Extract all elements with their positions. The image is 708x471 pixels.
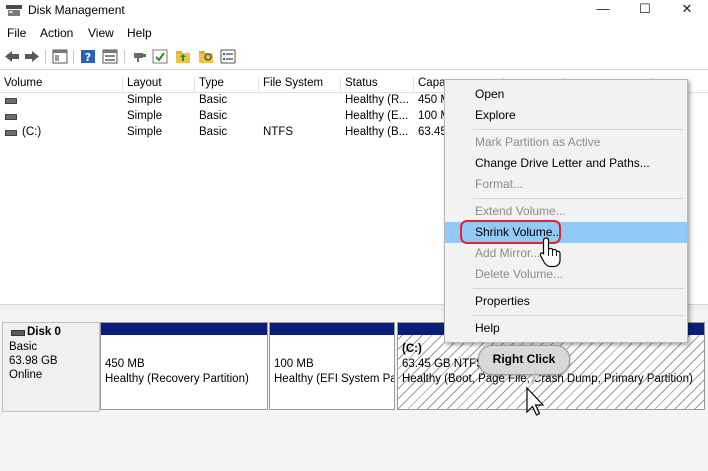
cell-capacity: 63.45: [418, 126, 447, 138]
menu-item-format: Format...: [475, 177, 524, 191]
menu-separator: [473, 315, 683, 316]
menu-item-properties[interactable]: Properties: [445, 291, 687, 312]
open-folder-icon[interactable]: [198, 49, 214, 64]
cell-status: Healthy (B...: [345, 126, 409, 138]
drive-icon: [5, 98, 17, 104]
toolbar-separator: [124, 50, 125, 64]
forward-arrow-icon[interactable]: [24, 49, 40, 64]
menu-separator: [473, 288, 683, 289]
back-arrow-icon[interactable]: [4, 49, 20, 64]
toolbar-separator: [73, 50, 74, 64]
menu-item-help[interactable]: Help: [445, 318, 687, 339]
partition-bar: [101, 323, 267, 335]
show-pane-icon[interactable]: [102, 49, 118, 64]
menu-view[interactable]: View: [88, 26, 114, 40]
toolbar: ?: [0, 45, 708, 70]
column-layout[interactable]: Layout: [123, 77, 195, 92]
menu-item-extend-volume: Extend Volume...: [475, 204, 566, 218]
disk-name: Disk 0: [27, 326, 61, 338]
menu-item-add-mirror: Add Mirror...: [475, 246, 541, 260]
partition-status: Healthy (EFI System Pa: [274, 373, 395, 385]
cell-layout: Simple: [127, 94, 163, 106]
disk-icon: [11, 330, 25, 336]
partition-info: 450 MB Healthy (Recovery Partition): [105, 357, 249, 387]
menu-file[interactable]: File: [7, 26, 26, 40]
partition-size: 100 MB: [274, 358, 314, 370]
minimize-button[interactable]: —: [588, 0, 618, 20]
context-menu: Open Explore Mark Partition as Active Ch…: [444, 79, 688, 343]
partition-recovery[interactable]: 450 MB Healthy (Recovery Partition): [100, 322, 268, 410]
hand-pointer-icon: [539, 237, 561, 268]
cell-layout: Simple: [127, 110, 163, 122]
column-status[interactable]: Status: [341, 77, 414, 92]
column-file-system[interactable]: File System: [259, 77, 341, 92]
svg-text:?: ?: [85, 51, 91, 64]
menu-item-mark-active: Mark Partition as Active: [475, 135, 601, 149]
disk-state: Online: [9, 369, 43, 381]
partition-size: 450 MB: [105, 358, 145, 370]
menu-help[interactable]: Help: [127, 26, 152, 40]
cell-status: Healthy (E...: [345, 110, 409, 122]
cell-type: Basic: [199, 110, 228, 122]
menu-item-open[interactable]: Open: [445, 84, 687, 105]
partition-status: Healthy (Recovery Partition): [105, 373, 249, 385]
drive-icon: [5, 114, 17, 120]
drive-icon: [5, 130, 17, 136]
window-title: Disk Management: [28, 3, 125, 17]
disk-management-icon: [6, 5, 22, 16]
menu-bar: File Action View Help: [0, 23, 708, 43]
partition-bar: [270, 323, 394, 335]
disk-size: 63.98 GB: [9, 355, 58, 367]
disk-type: Basic: [9, 341, 38, 353]
title-bar: Disk Management — ☐ ✕: [0, 0, 708, 22]
check-icon[interactable]: [152, 49, 168, 64]
menu-action[interactable]: Action: [40, 26, 73, 40]
toolbar-separator: [45, 50, 46, 64]
close-button[interactable]: ✕: [672, 0, 702, 20]
cell-volume: (C:): [22, 126, 42, 138]
cell-type: Basic: [199, 126, 228, 138]
properties-icon[interactable]: [52, 49, 68, 64]
cell-layout: Simple: [127, 126, 163, 138]
help-icon[interactable]: ?: [80, 49, 96, 64]
maximize-button[interactable]: ☐: [630, 0, 660, 20]
menu-separator: [473, 198, 683, 199]
menu-item-explore[interactable]: Explore: [445, 105, 687, 126]
menu-separator: [473, 129, 683, 130]
column-type[interactable]: Type: [195, 77, 259, 92]
list-view-icon[interactable]: [220, 49, 236, 64]
cell-type: Basic: [199, 94, 228, 106]
menu-item-change-drive-letter[interactable]: Change Drive Letter and Paths...: [445, 153, 687, 174]
cell-status: Healthy (R...: [345, 94, 409, 106]
connect-icon[interactable]: [132, 49, 148, 64]
arrow-pointer-icon: [526, 370, 545, 416]
partition-info: 100 MB Healthy (EFI System Pa: [274, 357, 395, 387]
menu-item-delete-volume: Delete Volume...: [475, 267, 564, 281]
cell-file-system: NTFS: [263, 126, 294, 138]
partition-efi[interactable]: 100 MB Healthy (EFI System Pa: [269, 322, 395, 410]
folder-up-icon[interactable]: [175, 49, 191, 64]
column-volume[interactable]: Volume: [0, 77, 123, 92]
disk-info-panel[interactable]: Disk 0 Basic 63.98 GB Online: [2, 322, 100, 412]
